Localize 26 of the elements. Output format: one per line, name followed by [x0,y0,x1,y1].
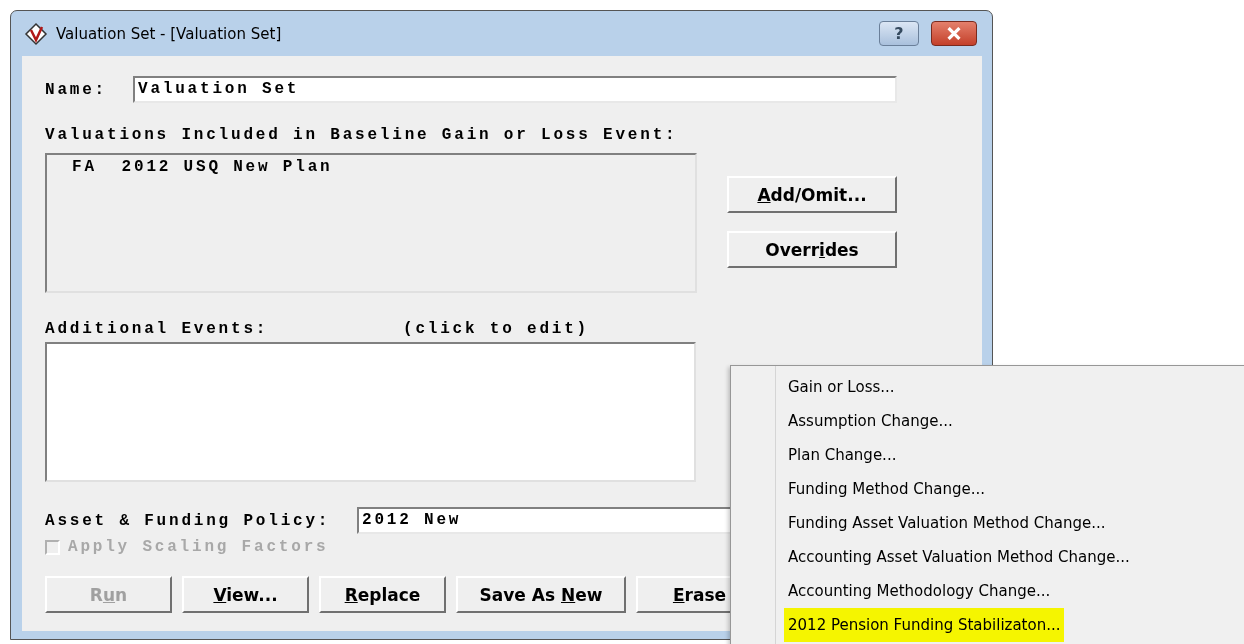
scaling-label: Apply Scaling Factors [68,538,329,556]
valuations-label: Valuations Included in Baseline Gain or Loss Event: [45,126,679,146]
dialog-button[interactable]: Add/Omit... [727,176,897,213]
app-logo-icon [24,21,48,46]
dialog-button[interactable]: View... [182,576,309,613]
menu-item[interactable]: Funding Method Change... [784,472,990,506]
menu-item[interactable]: 2012 Pension Funding Stabilizaton... [784,608,1065,642]
menu-item[interactable]: Accounting Asset Valuation Method Change... [784,540,1134,574]
close-button[interactable] [931,21,977,46]
dialog-button[interactable]: Replace [319,576,446,613]
additional-events-label: Additional Events: [45,320,270,338]
menu-item[interactable]: Assumption Change... [784,404,957,438]
dialog-button[interactable]: Save As New [456,576,626,613]
edit-hint: (click to edit) [403,320,590,338]
policy-label: Asset & Funding Policy: [45,511,332,530]
name-label: Name: [45,80,108,99]
menu-item[interactable]: Gain or Loss... [784,370,899,404]
window-title: Valuation Set - [Valuation Set] [56,24,282,43]
close-icon [946,27,962,40]
menu-item[interactable]: Accounting Methodology Change... [784,574,1055,608]
additional-events-list[interactable] [45,342,696,482]
name-field[interactable]: Valuation Set [133,76,897,103]
menu-item[interactable]: Plan Change... [784,438,901,472]
valuation-item[interactable]: FA 2012 USQ New Plan [72,158,695,176]
help-button[interactable]: ? [879,21,919,46]
dialog-button[interactable]: Overrides [727,231,897,268]
